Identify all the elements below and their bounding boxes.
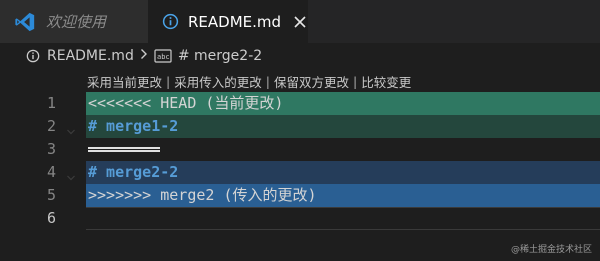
- conflict-separator-mark: [88, 147, 160, 152]
- breadcrumb-file[interactable]: README.md: [47, 48, 134, 64]
- tab-welcome[interactable]: 欢迎使用: [0, 0, 148, 43]
- line-number: 6: [46, 209, 56, 227]
- info-icon: [162, 13, 179, 30]
- fold-chevron-icon[interactable]: [66, 122, 76, 135]
- code-line-incoming-content[interactable]: # merge2-2: [86, 161, 600, 184]
- compare-changes-link[interactable]: 比较变更: [361, 72, 411, 91]
- breadcrumb: README.md abc # merge2-2: [0, 43, 600, 69]
- close-icon[interactable]: [281, 15, 307, 29]
- line-number: 3: [46, 140, 56, 158]
- breadcrumb-symbol[interactable]: # merge2-2: [178, 48, 262, 64]
- tab-bar: 欢迎使用 README.md: [0, 0, 600, 43]
- line-number: 4: [46, 163, 56, 181]
- line-number: 1: [46, 94, 56, 112]
- symbol-string-icon: abc: [154, 49, 178, 63]
- markdown-heading: # merge2-2: [88, 163, 179, 181]
- svg-text:abc: abc: [157, 53, 170, 61]
- accept-current-change-link[interactable]: 采用当前更改: [87, 72, 162, 91]
- code-line-separator[interactable]: [86, 138, 600, 161]
- codelens-separator: |: [352, 73, 358, 89]
- watermark: @稀土掘金技术社区: [510, 245, 592, 255]
- fold-chevron-icon[interactable]: [66, 168, 76, 181]
- vscode-icon: [14, 11, 36, 33]
- line-number: 5: [46, 186, 56, 204]
- code-line-empty[interactable]: [86, 207, 600, 230]
- markdown-heading: # merge1-2: [88, 117, 179, 135]
- tab-readme[interactable]: README.md: [148, 0, 308, 43]
- chevron-right-icon: [140, 48, 148, 64]
- codelens-separator: |: [265, 73, 270, 89]
- code-line-current-content[interactable]: # merge1-2: [86, 115, 600, 138]
- code-line-incoming-marker[interactable]: >>>>>>> merge2 (传入的更改): [86, 184, 600, 207]
- merge-codelens: 采用当前更改 | 采用传入的更改 | 保留双方更改 | 比较变更: [87, 72, 411, 90]
- tab-readme-label: README.md: [188, 12, 282, 31]
- code-line-current-marker[interactable]: <<<<<<< HEAD (当前更改): [86, 92, 600, 115]
- accept-both-changes-link[interactable]: 保留双方更改: [274, 72, 349, 91]
- info-icon: [26, 49, 47, 63]
- tab-welcome-label: 欢迎使用: [46, 13, 107, 31]
- accept-incoming-change-link[interactable]: 采用传入的更改: [174, 72, 262, 91]
- codelens-separator: |: [166, 73, 171, 89]
- line-number: 2: [46, 117, 56, 135]
